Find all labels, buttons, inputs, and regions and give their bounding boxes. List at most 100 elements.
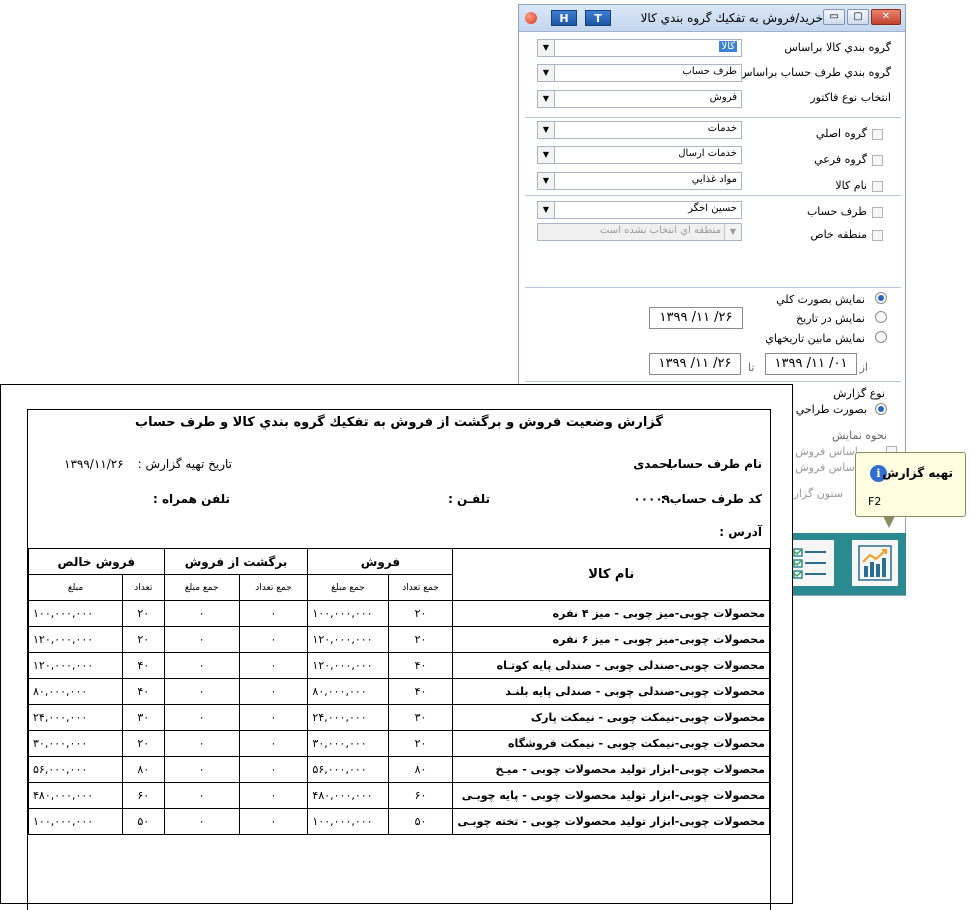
divider <box>525 287 901 288</box>
col-ret-count: جمع تعداد <box>238 574 309 601</box>
ret-amount-cell: ۰ <box>163 626 240 653</box>
group-by-combo[interactable]: ▼ كالا <box>537 39 742 57</box>
t-button[interactable]: T <box>585 10 611 26</box>
ret-count-cell: ۰ <box>238 678 309 705</box>
group-account-value: طرف حساب <box>682 66 737 77</box>
col-net-amount: مبلغ <box>28 574 123 601</box>
item-name-checkbox[interactable] <box>872 181 883 192</box>
date-to-label: تا <box>748 361 755 374</box>
net-amount-cell: ۵۶,۰۰۰,۰۰۰ <box>28 756 123 783</box>
report-preview: گزارش وضعيت فروش و برگشت از فروش به تفكي… <box>0 384 793 910</box>
tooltip-shortcut: F2 <box>868 495 882 508</box>
table-row: ۸۰,۰۰۰,۰۰۰ ۴۰ ۰ ۰ ۸۰,۰۰۰,۰۰۰ ۴۰ محصولات چوبی-ص… <box>28 678 770 705</box>
sales-count-cell: ۲۰ <box>387 626 454 653</box>
col-net-sales: فروش خالص <box>28 548 165 575</box>
net-amount-cell: ۳۰,۰۰۰,۰۰۰ <box>28 730 123 757</box>
net-count-cell: ۲۰ <box>121 626 165 653</box>
sub-group-combo[interactable]: ▼ خدمات ارسال <box>537 146 742 164</box>
sales-amount-cell: ۱۲۰,۰۰۰,۰۰۰ <box>307 652 389 679</box>
sales-amount-cell: ۱۲۰,۰۰۰,۰۰۰ <box>307 626 389 653</box>
item-name-cell: محصولات چوبی-نيمكت چوبی - نيمكت فروشگاه <box>452 730 770 757</box>
invoice-type-label: انتخاب نوع فاكتور <box>810 91 891 104</box>
sub-group-label: گروه فرعي <box>814 153 867 166</box>
account-checkbox[interactable] <box>872 207 883 218</box>
group-by-label: گروه بندي كالا براساس <box>784 41 891 54</box>
sales-count-cell: ۴۰ <box>387 652 454 679</box>
show-between-radio[interactable] <box>875 331 887 343</box>
chevron-down-icon: ▼ <box>538 40 555 56</box>
table-row: ۱۰۰,۰۰۰,۰۰۰ ۲۰ ۰ ۰ ۱۰۰,۰۰۰,۰۰۰ ۲۰ محصولات چوبی… <box>28 600 770 627</box>
chevron-down-icon: ▼ <box>538 122 555 138</box>
show-on-date-label: نمايش در تاريخ <box>796 312 865 325</box>
chevron-down-icon: ▼ <box>538 173 555 189</box>
net-count-cell: ۲۰ <box>121 730 165 757</box>
date-from-input[interactable]: ۱۳۹۹ /۱۱ /۰۱ <box>765 353 857 375</box>
close-button[interactable]: ✕ <box>871 9 901 25</box>
table-header-row: فروش خالص برگشت از فروش فروش نام كالا <box>28 548 770 601</box>
report-page: گزارش وضعيت فروش و برگشت از فروش به تفكي… <box>27 409 771 910</box>
account-name-value: احمدی <box>633 457 672 471</box>
table-row: ۳۰,۰۰۰,۰۰۰ ۲۰ ۰ ۰ ۳۰,۰۰۰,۰۰۰ ۲۰ محصولات چوبی-ن… <box>28 730 770 757</box>
net-amount-cell: ۸۰,۰۰۰,۰۰۰ <box>28 678 123 705</box>
prepare-report-tooltip: i تهيه گزارش F2 <box>855 452 966 517</box>
item-name-cell: محصولات چوبی-ابزار توليد محصولات چوبی - … <box>452 808 770 835</box>
sales-amount-cell: ۱۰۰,۰۰۰,۰۰۰ <box>307 600 389 627</box>
ret-count-cell: ۰ <box>238 704 309 731</box>
bottom-toolbar <box>787 533 906 595</box>
sales-amount-cell: ۳۰,۰۰۰,۰۰۰ <box>307 730 389 757</box>
item-name-cell: محصولات چوبی-نيمكت چوبی - نيمكت پارک <box>452 704 770 731</box>
col-item-name: نام كالا <box>452 548 770 601</box>
col-net-count: تعداد <box>121 574 165 601</box>
maximize-button[interactable]: ▢ <box>847 9 869 25</box>
region-label: منطقه خاص <box>810 228 867 241</box>
ret-amount-cell: ۰ <box>163 782 240 809</box>
net-count-cell: ۳۰ <box>121 704 165 731</box>
account-label: طرف حساب <box>806 205 867 218</box>
net-amount-cell: ۱۰۰,۰۰۰,۰۰۰ <box>28 808 123 835</box>
h-button[interactable]: H <box>551 10 577 26</box>
net-count-cell: ۵۰ <box>121 808 165 835</box>
date-to-input[interactable]: ۱۳۹۹ /۱۱ /۲۶ <box>649 353 741 375</box>
invoice-type-combo[interactable]: ▼ فروش <box>537 90 742 108</box>
sales-amount-cell: ۸۰,۰۰۰,۰۰۰ <box>307 678 389 705</box>
ret-count-cell: ۰ <box>238 756 309 783</box>
ret-amount-cell: ۰ <box>163 808 240 835</box>
ret-count-cell: ۰ <box>238 730 309 757</box>
report-date-value: ۱۳۹۹/۱۱/۲۶ <box>64 457 124 471</box>
group-account-combo[interactable]: ▼ طرف حساب <box>537 64 742 82</box>
report-table: فروش خالص برگشت از فروش فروش نام كالا مب… <box>28 548 770 899</box>
sub-group-checkbox[interactable] <box>872 155 883 166</box>
main-group-combo[interactable]: ▼ خدمات <box>537 121 742 139</box>
chevron-down-icon: ▼ <box>538 147 555 163</box>
single-date-input[interactable]: ۱۳۹۹ /۱۱ /۲۶ <box>649 307 743 329</box>
ret-amount-cell: ۰ <box>163 704 240 731</box>
account-combo[interactable]: ▼ حسين اخگر <box>537 201 742 219</box>
col-ret-amount: جمع مبلغ <box>163 574 240 601</box>
ret-amount-cell: ۰ <box>163 756 240 783</box>
net-count-cell: ۴۰ <box>121 652 165 679</box>
prepare-report-button[interactable] <box>851 539 899 587</box>
address-label: آدرس : <box>719 525 762 539</box>
net-amount-cell: ۱۰۰,۰۰۰,۰۰۰ <box>28 600 123 627</box>
table-row: ۱۲۰,۰۰۰,۰۰۰ ۴۰ ۰ ۰ ۱۲۰,۰۰۰,۰۰۰ ۴۰ محصولات چوبی… <box>28 652 770 679</box>
region-checkbox[interactable] <box>872 230 883 241</box>
date-from-label: از <box>859 361 868 374</box>
ret-amount-cell: ۰ <box>163 678 240 705</box>
minimize-button[interactable]: ▭ <box>823 9 845 25</box>
phone-label: تلفـن : <box>448 492 490 506</box>
net-amount-cell: ۴۸۰,۰۰۰,۰۰۰ <box>28 782 123 809</box>
show-between-label: نمايش مابين تاريخهاي <box>765 332 865 345</box>
report-type-designed-radio[interactable] <box>875 403 887 415</box>
item-name-cell: محصولات چوبی-ميز چوبی - ميز ۶ نفره <box>452 626 770 653</box>
main-group-checkbox[interactable] <box>872 129 883 140</box>
main-group-label: گروه اصلي <box>815 127 867 140</box>
list-report-button[interactable] <box>787 539 835 587</box>
table-row: ۱۰۰,۰۰۰,۰۰۰ ۵۰ ۰ ۰ ۱۰۰,۰۰۰,۰۰۰ ۵۰ محصولات چوبی… <box>28 808 770 835</box>
report-title: گزارش وضعيت فروش و برگشت از فروش به تفكي… <box>135 415 663 430</box>
item-name-combo[interactable]: ▼ مواد غذايي <box>537 172 742 190</box>
ret-amount-cell: ۰ <box>163 600 240 627</box>
item-name-cell: محصولات چوبی-ابزار توليد محصولات چوبی - … <box>452 756 770 783</box>
show-on-date-radio[interactable] <box>875 311 887 323</box>
show-total-radio[interactable] <box>875 292 887 304</box>
sales-amount-cell: ۲۴,۰۰۰,۰۰۰ <box>307 704 389 731</box>
